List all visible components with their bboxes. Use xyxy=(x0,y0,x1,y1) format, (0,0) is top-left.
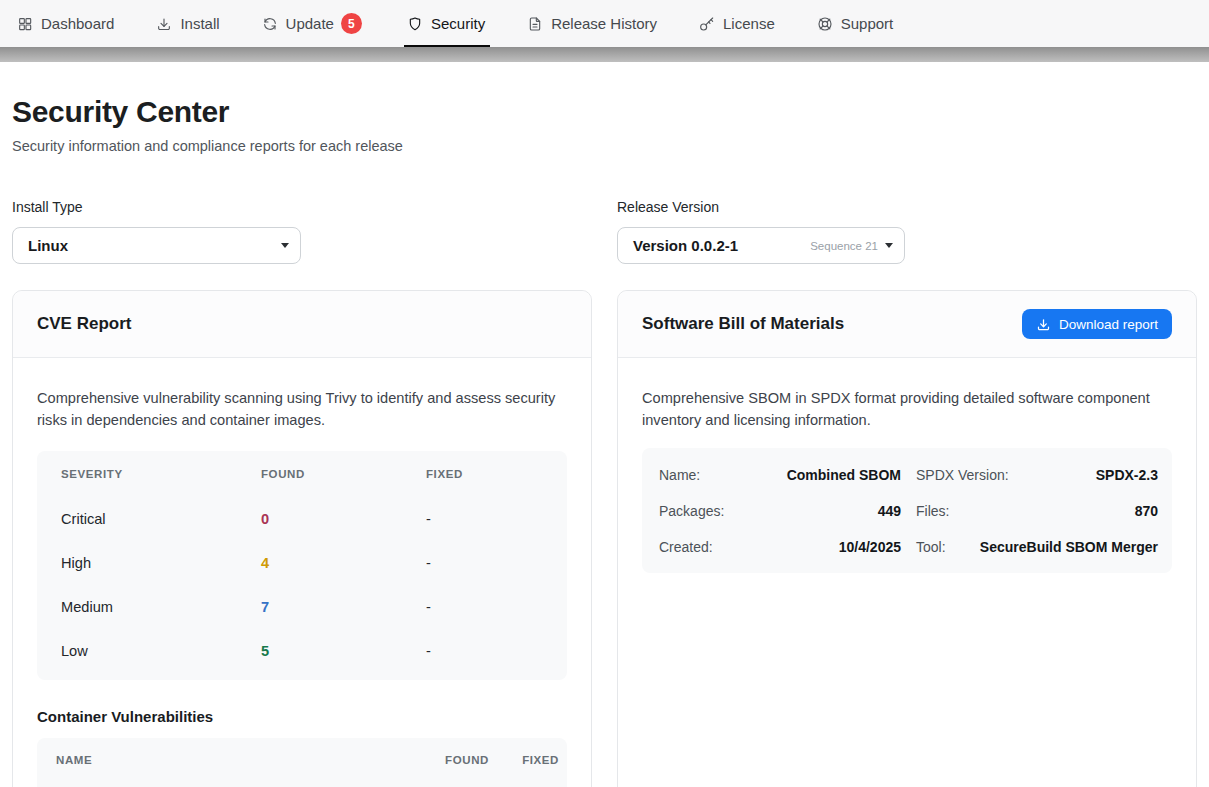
top-navigation: Dashboard Install Update 5 Security Rele… xyxy=(0,0,1209,47)
nav-tab-label: Support xyxy=(841,15,894,32)
release-version-value: Version 0.0.2-1 xyxy=(633,237,810,254)
chevron-down-icon xyxy=(281,243,289,248)
detail-value: 870 xyxy=(1135,503,1158,519)
detail-label: Name: xyxy=(659,467,700,483)
sbom-body: Comprehensive SBOM in SPDX format provid… xyxy=(618,358,1196,597)
container-table-header: NAME FOUND FIXED xyxy=(37,738,567,782)
found-count: 5 xyxy=(261,643,426,659)
refresh-icon xyxy=(262,16,278,32)
download-icon xyxy=(156,16,172,32)
found-column-header: FOUND xyxy=(261,468,426,480)
severity-column-header: SEVERITY xyxy=(61,468,261,480)
nav-tab-release-history[interactable]: Release History xyxy=(527,0,657,47)
sbom-detail-packages: Packages: 449 xyxy=(659,493,901,529)
fixed-column-header: FIXED xyxy=(489,754,559,766)
sbom-card: Software Bill of Materials Download repo… xyxy=(617,290,1197,787)
shield-icon xyxy=(407,16,423,32)
fixed-count: - xyxy=(426,511,543,527)
sbom-details-panel: Name: Combined SBOM SPDX Version: SPDX-2… xyxy=(642,448,1172,573)
nav-tab-label: Update xyxy=(286,15,334,32)
detail-value: 10/4/2025 xyxy=(839,539,901,555)
sbom-description: Comprehensive SBOM in SPDX format provid… xyxy=(642,388,1172,431)
sequence-label: Sequence 21 xyxy=(810,240,878,252)
nav-tab-label: Security xyxy=(431,15,485,32)
container-vulnerabilities-title: Container Vulnerabilities xyxy=(37,708,567,725)
nav-tab-label: Release History xyxy=(551,15,657,32)
cve-report-header: CVE Report xyxy=(13,291,591,358)
download-report-label: Download report xyxy=(1059,317,1158,332)
install-type-select[interactable]: Linux xyxy=(12,227,301,264)
container-vulnerabilities-table: NAME FOUND FIXED xyxy=(37,738,567,787)
nav-tab-install[interactable]: Install xyxy=(156,0,219,47)
nav-tab-label: Dashboard xyxy=(41,15,114,32)
detail-value: Combined SBOM xyxy=(787,467,901,483)
download-icon xyxy=(1036,317,1051,332)
nav-tab-security[interactable]: Security xyxy=(407,0,485,47)
severity-row-medium: Medium 7 - xyxy=(37,585,567,629)
nav-tab-license[interactable]: License xyxy=(699,0,775,47)
install-type-label: Install Type xyxy=(12,199,592,215)
found-count: 0 xyxy=(261,511,426,527)
detail-value: SPDX-2.3 xyxy=(1096,467,1158,483)
dashboard-grid-icon xyxy=(17,16,33,32)
lifebuoy-icon xyxy=(817,16,833,32)
severity-label: Low xyxy=(61,643,261,659)
found-column-header: FOUND xyxy=(409,754,489,766)
fixed-count: - xyxy=(426,599,543,615)
sbom-detail-tool: Tool: SecureBuild SBOM Merger xyxy=(916,529,1158,565)
page-title: Security Center xyxy=(12,95,1197,129)
severity-label: High xyxy=(61,555,261,571)
filters-row: Install Type Linux Release Version Versi… xyxy=(12,199,1197,264)
cve-report-title: CVE Report xyxy=(37,314,131,334)
install-type-filter: Install Type Linux xyxy=(12,199,592,264)
cards-row: CVE Report Comprehensive vulnerability s… xyxy=(12,290,1197,787)
download-report-button[interactable]: Download report xyxy=(1022,309,1172,339)
sbom-detail-spdx-version: SPDX Version: SPDX-2.3 xyxy=(916,457,1158,493)
severity-row-critical: Critical 0 - xyxy=(37,497,567,541)
key-icon xyxy=(699,16,715,32)
cve-report-description: Comprehensive vulnerability scanning usi… xyxy=(37,388,567,431)
nav-tab-dashboard[interactable]: Dashboard xyxy=(17,0,114,47)
severity-row-high: High 4 - xyxy=(37,541,567,585)
scroll-shadow xyxy=(0,47,1209,62)
found-count: 7 xyxy=(261,599,426,615)
page-subtitle: Security information and compliance repo… xyxy=(12,138,1197,154)
fixed-count: - xyxy=(426,555,543,571)
severity-table-header: SEVERITY FOUND FIXED xyxy=(37,451,567,497)
severity-label: Medium xyxy=(61,599,261,615)
severity-row-low: Low 5 - xyxy=(37,629,567,673)
detail-label: Created: xyxy=(659,539,713,555)
severity-table: SEVERITY FOUND FIXED Critical 0 - High 4… xyxy=(37,451,567,680)
cve-report-body: Comprehensive vulnerability scanning usi… xyxy=(13,358,591,787)
install-type-value: Linux xyxy=(28,237,281,254)
fixed-column-header: FIXED xyxy=(426,468,543,480)
name-column-header: NAME xyxy=(56,754,409,766)
detail-value: 449 xyxy=(878,503,901,519)
sbom-header: Software Bill of Materials Download repo… xyxy=(618,291,1196,358)
sbom-title: Software Bill of Materials xyxy=(642,314,844,334)
detail-label: Tool: xyxy=(916,539,946,555)
detail-label: Files: xyxy=(916,503,949,519)
release-version-select[interactable]: Version 0.0.2-1 Sequence 21 xyxy=(617,227,905,264)
nav-tab-label: License xyxy=(723,15,775,32)
release-version-filter: Release Version Version 0.0.2-1 Sequence… xyxy=(617,199,1197,264)
update-count-badge: 5 xyxy=(341,13,362,34)
sbom-detail-created: Created: 10/4/2025 xyxy=(659,529,901,565)
nav-tab-update[interactable]: Update 5 xyxy=(262,0,362,47)
detail-label: SPDX Version: xyxy=(916,467,1009,483)
nav-tab-support[interactable]: Support xyxy=(817,0,894,47)
sbom-detail-files: Files: 870 xyxy=(916,493,1158,529)
main-content: Security Center Security information and… xyxy=(0,95,1209,787)
severity-label: Critical xyxy=(61,511,261,527)
file-text-icon xyxy=(527,16,543,32)
nav-tab-label: Install xyxy=(180,15,219,32)
fixed-count: - xyxy=(426,643,543,659)
release-version-label: Release Version xyxy=(617,199,1197,215)
sbom-detail-name: Name: Combined SBOM xyxy=(659,457,901,493)
cve-report-card: CVE Report Comprehensive vulnerability s… xyxy=(12,290,592,787)
found-count: 4 xyxy=(261,555,426,571)
detail-label: Packages: xyxy=(659,503,724,519)
chevron-down-icon xyxy=(885,243,893,248)
detail-value: SecureBuild SBOM Merger xyxy=(980,539,1158,555)
